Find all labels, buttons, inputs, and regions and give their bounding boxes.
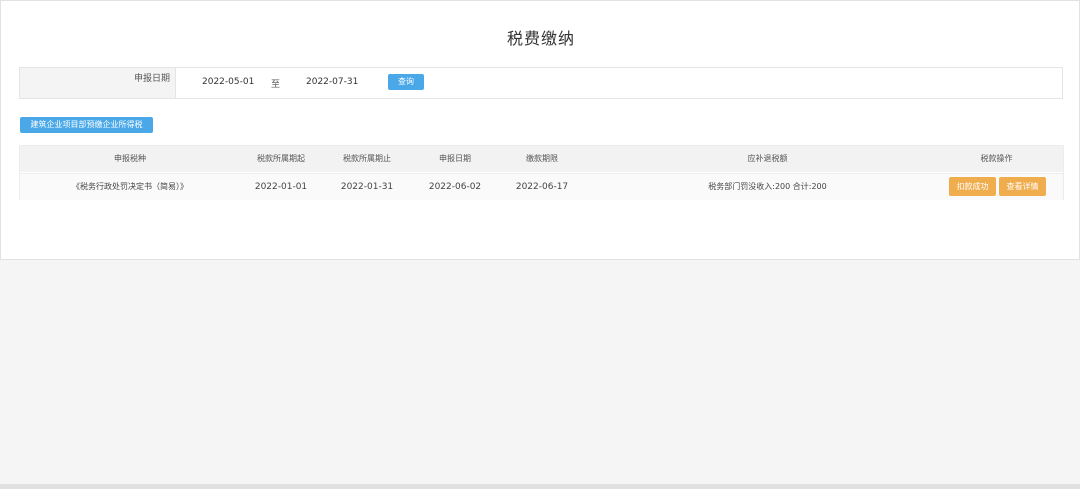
header-amount: 应补退税额 [747, 154, 788, 163]
page-title: 税费缴纳 [506, 29, 575, 48]
cell-amount: 税务部门罚没收入:200 合计:200 [708, 182, 827, 191]
content-panel: 税费缴纳 申报日期 2022-05-01 至 2022-07-31 查询 建筑企… [0, 0, 1080, 260]
date-filter-row: 申报日期 2022-05-01 至 2022-07-31 查询 [19, 67, 1063, 99]
header-period-end: 税款所属期止 [343, 154, 391, 163]
query-button[interactable]: 查询 [388, 74, 424, 90]
header-operations: 税款操作 [980, 154, 1013, 163]
date-separator: 至 [271, 80, 281, 90]
start-date-field[interactable]: 2022-05-01 [202, 77, 254, 87]
view-details-button[interactable]: 查看详情 [999, 177, 1046, 196]
cell-declare-date: 2022-06-02 [428, 182, 482, 192]
cell-period-start: 2022-01-01 [254, 182, 308, 192]
bottom-scrollbar[interactable] [0, 484, 1080, 489]
deduction-success-button[interactable]: 扣款成功 [949, 177, 996, 196]
header-deadline: 缴款期限 [526, 154, 558, 163]
cell-period-end: 2022-01-31 [340, 182, 394, 192]
table-row: 《税务行政处罚决定书（简易）》 2022-01-01 2022-01-31 20… [20, 173, 1063, 200]
header-period-start: 税款所属期起 [257, 154, 305, 163]
prepay-income-tax-button[interactable]: 建筑企业项目部预缴企业所得税 [20, 117, 153, 133]
header-tax-type: 申报税种 [114, 154, 146, 163]
cell-tax-type: 《税务行政处罚决定书（简易）》 [72, 182, 188, 191]
tax-table: 申报税种 税款所属期起 税款所属期止 申报日期 缴款期限 应补退税额 税款操作 … [19, 145, 1064, 200]
end-date-field[interactable]: 2022-07-31 [306, 77, 358, 87]
cell-deadline: 2022-06-17 [515, 182, 569, 192]
filter-label: 申报日期 [20, 68, 176, 98]
table-header: 申报税种 税款所属期起 税款所属期止 申报日期 缴款期限 应补退税额 税款操作 [20, 146, 1063, 172]
header-declare-date: 申报日期 [439, 154, 471, 163]
